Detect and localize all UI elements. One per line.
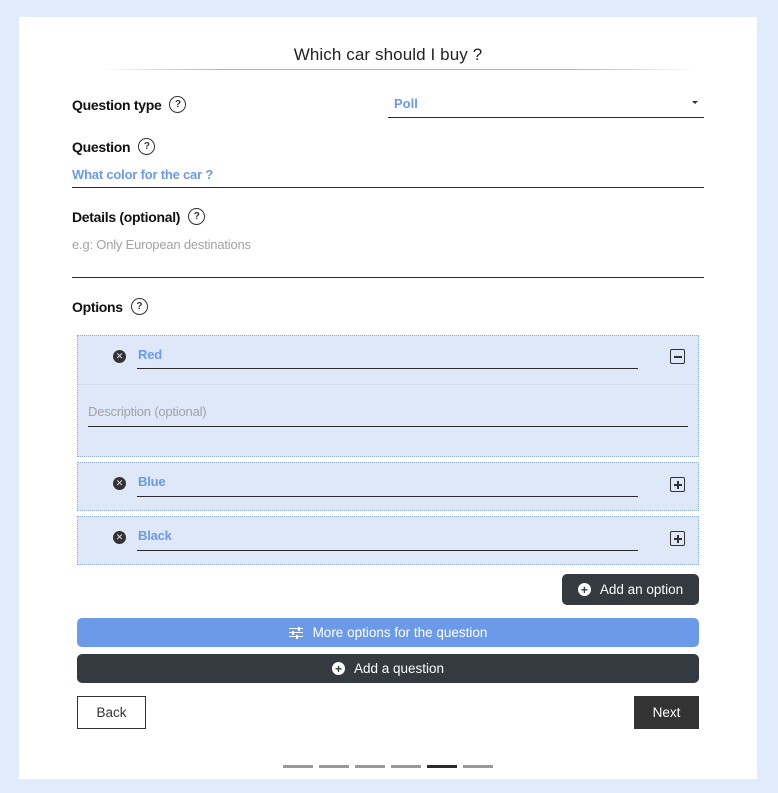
collapse-minus-icon[interactable] bbox=[670, 349, 685, 364]
remove-option-icon[interactable]: ✕ bbox=[113, 350, 126, 363]
details-underline bbox=[72, 277, 704, 278]
more-options-button[interactable]: More options for the question bbox=[77, 618, 699, 647]
option-name-underline bbox=[137, 496, 638, 497]
option-name-input[interactable]: Red bbox=[138, 347, 162, 362]
option-description-underline bbox=[88, 426, 688, 427]
option-name-input[interactable]: Black bbox=[138, 528, 172, 543]
option-divider bbox=[78, 384, 698, 385]
question-type-help-icon[interactable]: ? bbox=[169, 96, 187, 113]
step-indicator-1[interactable] bbox=[283, 765, 313, 768]
option-name-input[interactable]: Blue bbox=[138, 474, 166, 489]
question-label: Question ? bbox=[72, 138, 156, 155]
expand-plus-icon[interactable] bbox=[670, 531, 685, 546]
next-button[interactable]: Next bbox=[634, 696, 699, 729]
step-indicator-2[interactable] bbox=[319, 765, 349, 768]
option-description-input[interactable]: Description (optional) bbox=[88, 404, 207, 419]
option-item-red: ✕ Red Description (optional) bbox=[77, 335, 699, 457]
poll-title: Which car should I buy ? bbox=[293, 45, 483, 64]
step-indicator-6[interactable] bbox=[463, 765, 493, 768]
title-divider bbox=[99, 69, 697, 70]
form-card: Which car should I buy ? Question type ?… bbox=[19, 17, 757, 779]
question-type-selected-value[interactable]: Poll bbox=[394, 96, 418, 111]
add-option-button[interactable]: + Add an option bbox=[562, 574, 699, 605]
add-question-button[interactable]: + Add a question bbox=[77, 654, 699, 683]
step-indicator-5[interactable] bbox=[427, 765, 457, 768]
options-help-icon[interactable]: ? bbox=[130, 298, 148, 315]
expand-plus-icon[interactable] bbox=[670, 477, 685, 492]
details-placeholder[interactable]: e.g: Only European destinations bbox=[72, 237, 251, 252]
details-help-icon[interactable]: ? bbox=[188, 208, 206, 225]
back-button[interactable]: Back bbox=[77, 696, 146, 729]
option-item-blue: ✕ Blue bbox=[77, 462, 699, 511]
option-name-underline bbox=[137, 550, 638, 551]
options-label: Options ? bbox=[72, 298, 148, 315]
question-type-label: Question type ? bbox=[72, 96, 187, 113]
plus-circle-icon: + bbox=[331, 662, 345, 675]
option-name-underline bbox=[137, 368, 638, 369]
details-label: Details (optional) ? bbox=[72, 208, 206, 225]
step-indicator-3[interactable] bbox=[355, 765, 385, 768]
plus-circle-icon: + bbox=[577, 583, 591, 596]
option-item-black: ✕ Black bbox=[77, 516, 699, 565]
question-input-value[interactable]: What color for the car ? bbox=[72, 167, 213, 182]
question-underline bbox=[72, 187, 704, 188]
step-indicator-4[interactable] bbox=[391, 765, 421, 768]
step-indicator bbox=[283, 765, 493, 768]
caret-down-icon[interactable] bbox=[692, 101, 698, 104]
question-type-underline bbox=[388, 117, 704, 118]
remove-option-icon[interactable]: ✕ bbox=[113, 531, 126, 544]
sliders-icon bbox=[288, 626, 303, 639]
remove-option-icon[interactable]: ✕ bbox=[113, 477, 126, 490]
question-help-icon[interactable]: ? bbox=[138, 138, 156, 155]
